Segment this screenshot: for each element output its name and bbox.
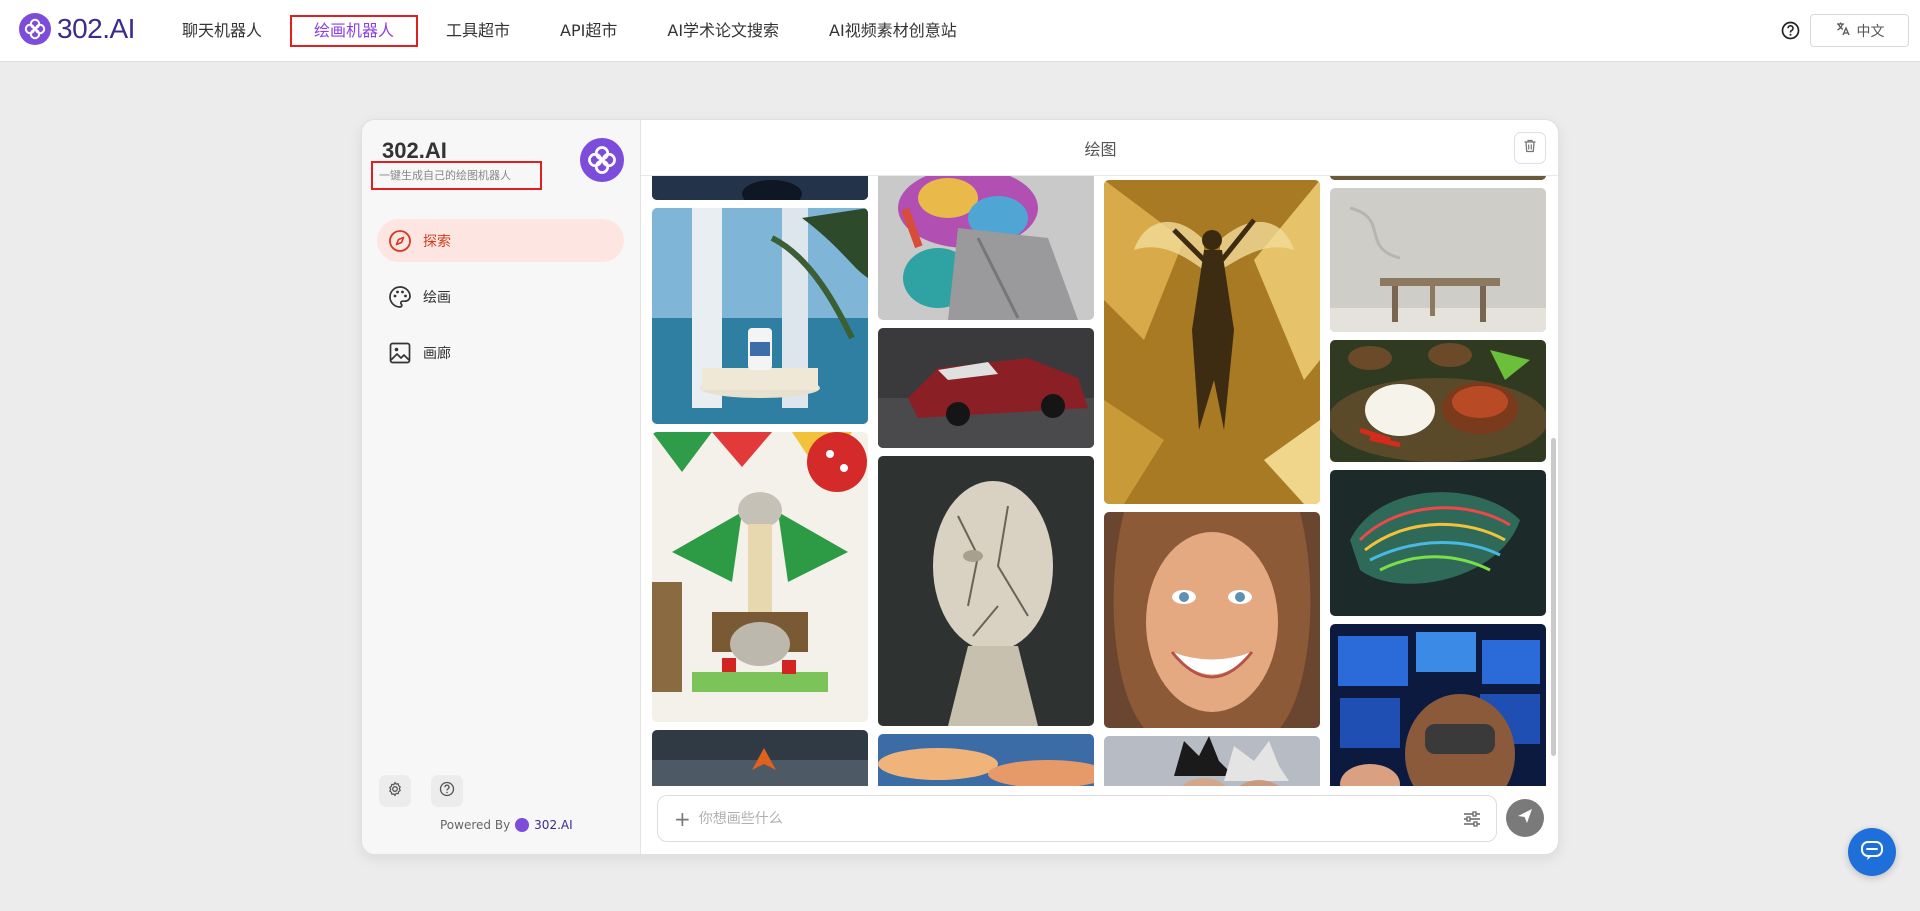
- nav-item-api-market[interactable]: API超市: [538, 15, 639, 47]
- prompt-composer: +: [657, 795, 1497, 842]
- nav-item-chat-bot[interactable]: 聊天机器人: [160, 15, 284, 47]
- gallery-image[interactable]: [1104, 512, 1320, 728]
- gallery-image[interactable]: [1330, 624, 1546, 786]
- brand-logo-icon: [515, 818, 530, 832]
- gallery-image[interactable]: [1330, 176, 1546, 180]
- language-label: 中文: [1856, 23, 1885, 40]
- sidebar-item-draw[interactable]: 绘画: [377, 275, 624, 318]
- gallery-image[interactable]: [1104, 736, 1320, 786]
- gear-icon: [387, 781, 403, 801]
- gallery-image[interactable]: [1330, 188, 1546, 332]
- brand-name: 302.AI: [57, 13, 135, 44]
- nav-item-tool-market[interactable]: 工具超市: [424, 15, 532, 47]
- sidebar-item-label: 绘画: [423, 289, 451, 306]
- gallery-image[interactable]: [1104, 180, 1320, 504]
- powered-by-brand: 302.AI: [534, 818, 573, 832]
- main-header: 绘图: [641, 120, 1558, 176]
- chat-bubble-icon: [1860, 838, 1884, 866]
- main-nav: 聊天机器人 绘画机器人 工具超市 API超市 AI学术论文搜索 AI视频素材创意…: [160, 0, 985, 62]
- image-icon: [387, 340, 413, 366]
- gallery-image[interactable]: [878, 456, 1094, 726]
- sidebar-item-explore[interactable]: 探索: [377, 219, 624, 262]
- settings-button[interactable]: [379, 775, 411, 807]
- page-title: 绘图: [1084, 139, 1117, 159]
- gallery-image[interactable]: [652, 730, 868, 786]
- send-button[interactable]: [1506, 799, 1544, 837]
- prompt-input[interactable]: [698, 810, 1439, 827]
- send-icon: [1516, 807, 1534, 829]
- sidebar-item-gallery[interactable]: 画廊: [377, 331, 624, 374]
- brand-logo[interactable]: 302.AI: [19, 13, 135, 45]
- top-navigation-bar: 302.AI 聊天机器人 绘画机器人 工具超市 API超市 AI学术论文搜索 A…: [0, 0, 1920, 62]
- plus-icon[interactable]: +: [674, 809, 691, 829]
- gallery-image[interactable]: [878, 176, 1094, 320]
- nav-item-video-creative[interactable]: AI视频素材创意站: [807, 15, 979, 47]
- gallery-image[interactable]: [652, 208, 868, 424]
- main-panel: 绘图 + 你想画些什么: [641, 120, 1558, 854]
- compass-icon: [387, 228, 413, 254]
- powered-by-label: Powered By: [440, 818, 511, 832]
- help-button[interactable]: [431, 775, 463, 807]
- sidebar-item-label: 画廊: [423, 345, 451, 362]
- powered-by: Powered By 302.AI: [440, 818, 573, 832]
- palette-icon: [387, 284, 413, 310]
- brand-logo-icon: [19, 13, 51, 45]
- gallery-image[interactable]: [652, 432, 868, 722]
- question-circle-icon[interactable]: [1781, 21, 1800, 40]
- gallery-image[interactable]: [1330, 470, 1546, 616]
- sidebar-subtitle: 一键生成自己的绘图机器人: [371, 161, 542, 190]
- image-gallery: [641, 176, 1558, 786]
- translate-icon: [1835, 21, 1851, 41]
- question-circle-icon: [439, 781, 455, 801]
- gallery-image[interactable]: [878, 734, 1094, 786]
- nav-item-drawing-bot[interactable]: 绘画机器人: [290, 15, 419, 47]
- sidebar-item-label: 探索: [423, 233, 451, 250]
- drawing-bot-window: 302.AI 一键生成自己的绘图机器人 探索 绘画 画廊 Powered By …: [361, 119, 1559, 855]
- support-chat-button[interactable]: [1848, 828, 1896, 876]
- language-switch-button[interactable]: 中文: [1810, 14, 1909, 47]
- sidebar: 302.AI 一键生成自己的绘图机器人 探索 绘画 画廊 Powered By …: [362, 120, 641, 854]
- gallery-scrollbar[interactable]: [1551, 438, 1556, 756]
- gallery-image[interactable]: [1330, 340, 1546, 462]
- nav-item-academic-search[interactable]: AI学术论文搜索: [645, 15, 801, 47]
- clear-button[interactable]: [1514, 132, 1546, 164]
- trash-icon: [1522, 138, 1538, 158]
- sliders-icon[interactable]: [1462, 809, 1482, 829]
- bot-avatar-icon: [580, 138, 624, 182]
- gallery-image[interactable]: [878, 328, 1094, 448]
- gallery-image[interactable]: [652, 176, 868, 200]
